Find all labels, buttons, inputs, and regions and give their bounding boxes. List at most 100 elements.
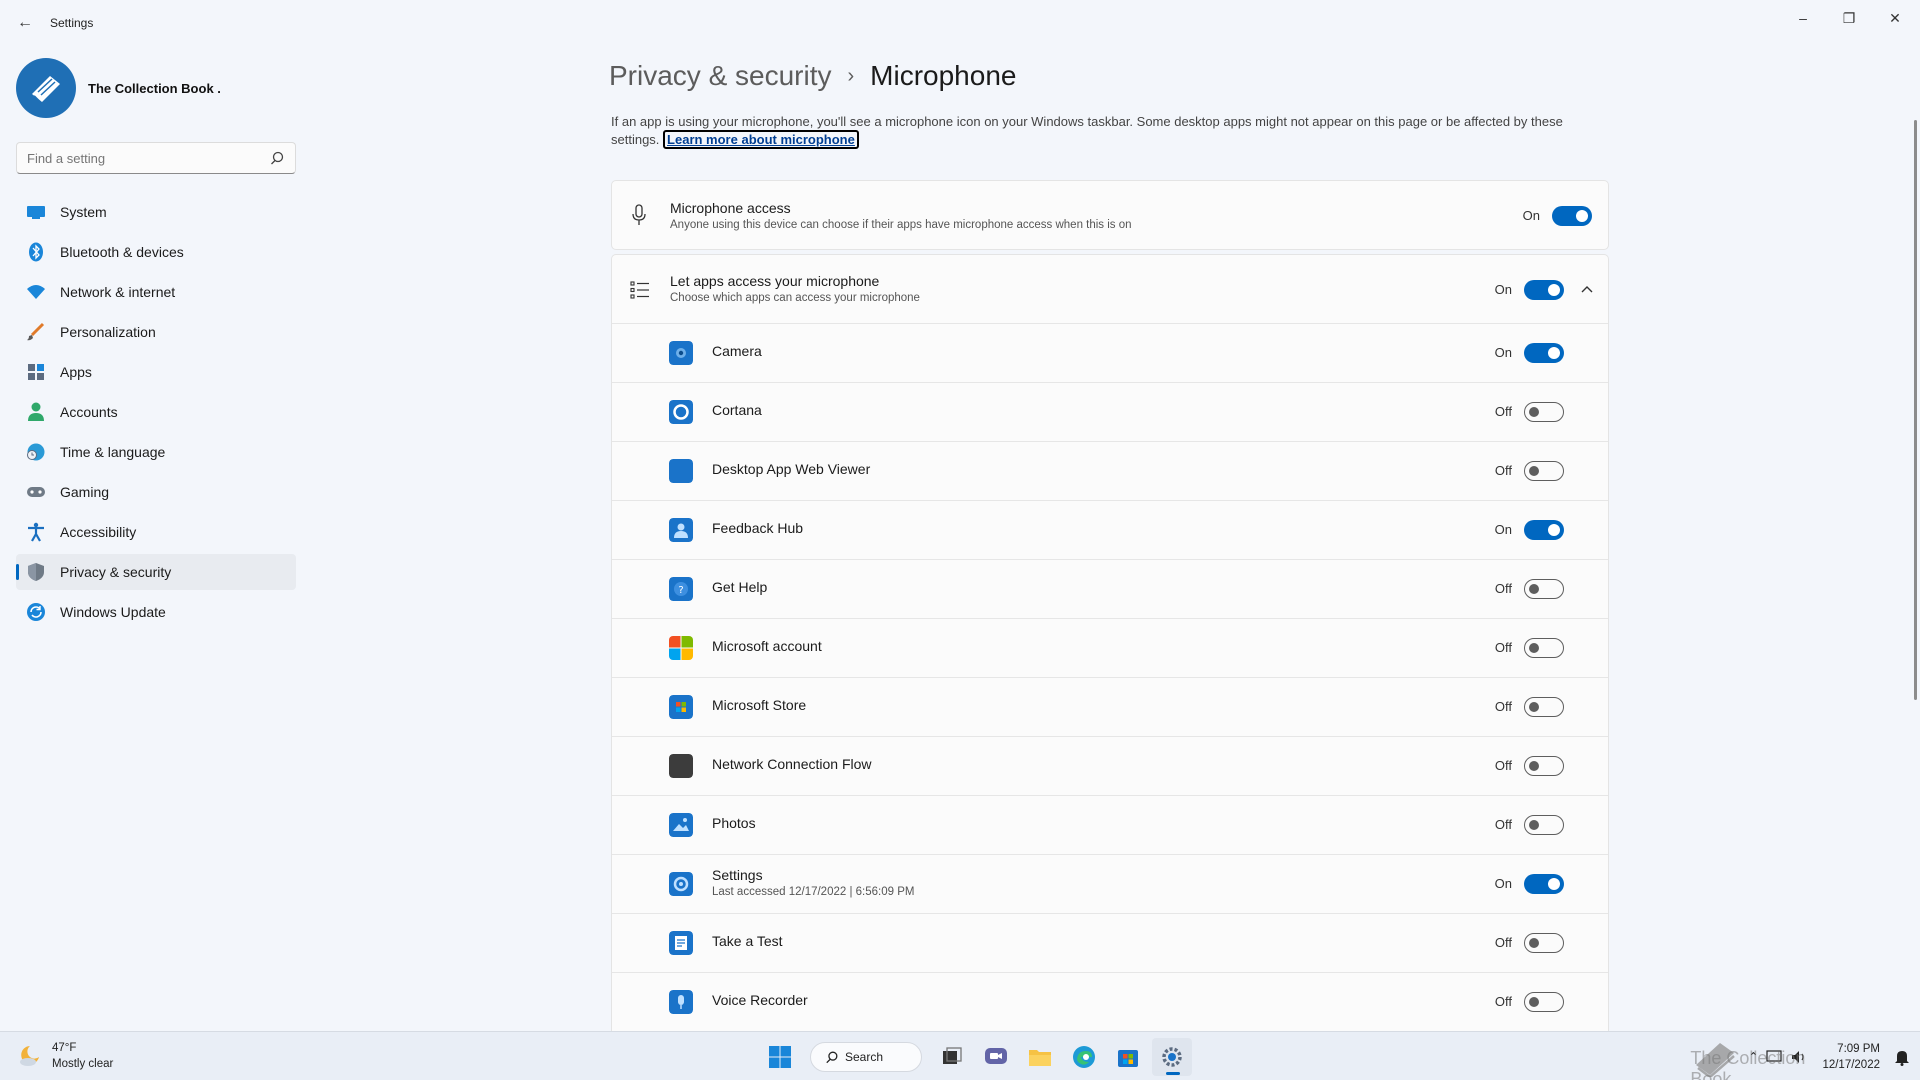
app-row-microsoft-store: Microsoft Store Off	[612, 677, 1608, 736]
sidebar-item-label: Personalization	[60, 324, 156, 340]
shield-icon	[26, 562, 46, 582]
notification-bell-icon[interactable]	[1894, 1048, 1910, 1066]
person-icon	[26, 402, 46, 422]
let-apps-state: On	[1494, 282, 1512, 297]
sidebar-item-label: Privacy & security	[60, 564, 172, 580]
let-apps-row[interactable]: Let apps access your microphone Choose w…	[612, 255, 1608, 323]
sidebar-item-gaming[interactable]: Gaming	[16, 474, 296, 510]
app-state: Off	[1494, 994, 1512, 1009]
settings-taskbar-button[interactable]	[1152, 1038, 1192, 1076]
sidebar-item-time-language[interactable]: Time & language	[16, 434, 296, 470]
back-arrow-icon[interactable]: ←	[14, 12, 36, 34]
search-icon	[826, 1051, 838, 1064]
get-help-toggle[interactable]	[1524, 579, 1564, 599]
store-icon	[669, 695, 693, 719]
edge-button[interactable]	[1064, 1038, 1104, 1076]
profile[interactable]: The Collection Book .	[16, 56, 221, 120]
sidebar-item-label: Windows Update	[60, 604, 166, 620]
weather-widget[interactable]: 47°F Mostly clear	[16, 1040, 113, 1072]
network-connection-flow-toggle[interactable]	[1524, 756, 1564, 776]
app-state: Off	[1494, 463, 1512, 478]
photos-toggle[interactable]	[1524, 815, 1564, 835]
feedback-hub-icon	[669, 518, 693, 542]
settings-gear-icon	[1162, 1047, 1182, 1067]
search-box[interactable]	[16, 142, 296, 174]
microphone-access-toggle[interactable]	[1552, 206, 1592, 226]
windows-logo-icon	[769, 1046, 791, 1068]
apps-icon	[26, 362, 46, 382]
chevron-up-icon[interactable]	[1580, 284, 1594, 294]
sidebar-item-apps[interactable]: Apps	[16, 354, 296, 390]
nav-list: System Bluetooth & devices Network & int…	[16, 194, 296, 634]
camera-toggle[interactable]	[1524, 343, 1564, 363]
file-explorer-button[interactable]	[1020, 1038, 1060, 1076]
brush-icon	[26, 322, 46, 342]
vertical-scrollbar[interactable]	[1914, 120, 1917, 700]
sidebar-item-system[interactable]: System	[16, 194, 296, 230]
chat-icon	[985, 1048, 1007, 1064]
app-state: Off	[1494, 758, 1512, 773]
web-viewer-icon	[669, 459, 693, 483]
breadcrumb-parent[interactable]: Privacy & security	[609, 60, 832, 92]
microphone-access-row[interactable]: Microphone access Anyone using this devi…	[612, 181, 1608, 249]
restore-button[interactable]: ❐	[1826, 4, 1872, 32]
app-row-photos: Photos Off	[612, 795, 1608, 854]
app-name: Get Help	[712, 579, 768, 595]
app-row-cortana: Cortana Off	[612, 382, 1608, 441]
app-row-voice-recorder: Voice Recorder Off	[612, 972, 1608, 1031]
app-name: Take a Test	[712, 933, 783, 949]
sidebar-item-accounts[interactable]: Accounts	[16, 394, 296, 430]
app-name: Photos	[712, 815, 756, 831]
let-apps-toggle[interactable]	[1524, 280, 1564, 300]
take-a-test-toggle[interactable]	[1524, 933, 1564, 953]
last-accessed-text: Last accessed 12/17/2022 | 6:56:09 PM	[712, 886, 915, 898]
search-icon[interactable]	[269, 150, 285, 166]
chat-button[interactable]	[976, 1038, 1016, 1076]
task-view-button[interactable]	[932, 1038, 972, 1076]
folder-icon	[1029, 1050, 1051, 1066]
clock[interactable]: 7:09 PM 12/17/2022	[1822, 1041, 1880, 1073]
let-apps-title: Let apps access your microphone	[670, 273, 880, 289]
sidebar-item-label: System	[60, 204, 107, 220]
taskbar-search[interactable]: Search	[810, 1042, 922, 1072]
learn-more-link[interactable]: Learn more about microphone	[663, 130, 859, 149]
microsoft-account-toggle[interactable]	[1524, 638, 1564, 658]
sidebar-item-label: Accessibility	[60, 524, 137, 540]
profile-name: The Collection Book .	[88, 80, 221, 96]
app-state: Off	[1494, 699, 1512, 714]
sidebar-item-privacy-security[interactable]: Privacy & security	[16, 554, 296, 590]
network-flow-icon	[669, 754, 693, 778]
app-row-take-a-test: Take a Test Off	[612, 913, 1608, 972]
sidebar-item-personalization[interactable]: Personalization	[16, 314, 296, 350]
sidebar-item-accessibility[interactable]: Accessibility	[16, 514, 296, 550]
settings-gear-icon	[669, 872, 693, 896]
monitor-icon	[26, 202, 46, 222]
voice-recorder-toggle[interactable]	[1524, 992, 1564, 1012]
minimize-button[interactable]: –	[1780, 4, 1826, 32]
taskbar-search-label: Search	[845, 1050, 884, 1064]
close-button[interactable]: ✕	[1872, 4, 1918, 32]
sidebar-item-network[interactable]: Network & internet	[16, 274, 296, 310]
app-access-card: Let apps access your microphone Choose w…	[611, 254, 1609, 1031]
desktop-app-web-viewer-toggle[interactable]	[1524, 461, 1564, 481]
settings-toggle[interactable]	[1524, 874, 1564, 894]
sidebar-item-bluetooth[interactable]: Bluetooth & devices	[16, 234, 296, 270]
let-apps-subtitle: Choose which apps can access your microp…	[670, 292, 920, 304]
app-row-microsoft-account: Microsoft account Off	[612, 618, 1608, 677]
edge-browser-icon	[1073, 1046, 1095, 1068]
search-input[interactable]	[17, 143, 257, 173]
microphone-access-subtitle: Anyone using this device can choose if t…	[670, 219, 1132, 231]
microphone-access-card: Microphone access Anyone using this devi…	[611, 180, 1609, 250]
app-name: Microsoft Store	[712, 697, 807, 713]
store-button[interactable]	[1108, 1038, 1148, 1076]
microphone-access-title: Microphone access	[670, 200, 791, 216]
breadcrumb-separator-icon: ›	[847, 64, 855, 87]
microsoft-store-toggle[interactable]	[1524, 697, 1564, 717]
feedback-hub-toggle[interactable]	[1524, 520, 1564, 540]
app-state: Off	[1494, 640, 1512, 655]
cortana-toggle[interactable]	[1524, 402, 1564, 422]
start-button[interactable]	[760, 1038, 800, 1076]
sidebar-item-windows-update[interactable]: Windows Update	[16, 594, 296, 630]
clock-time: 7:09 PM	[1837, 1043, 1880, 1055]
taskbar-apps: Search	[760, 1038, 1196, 1076]
